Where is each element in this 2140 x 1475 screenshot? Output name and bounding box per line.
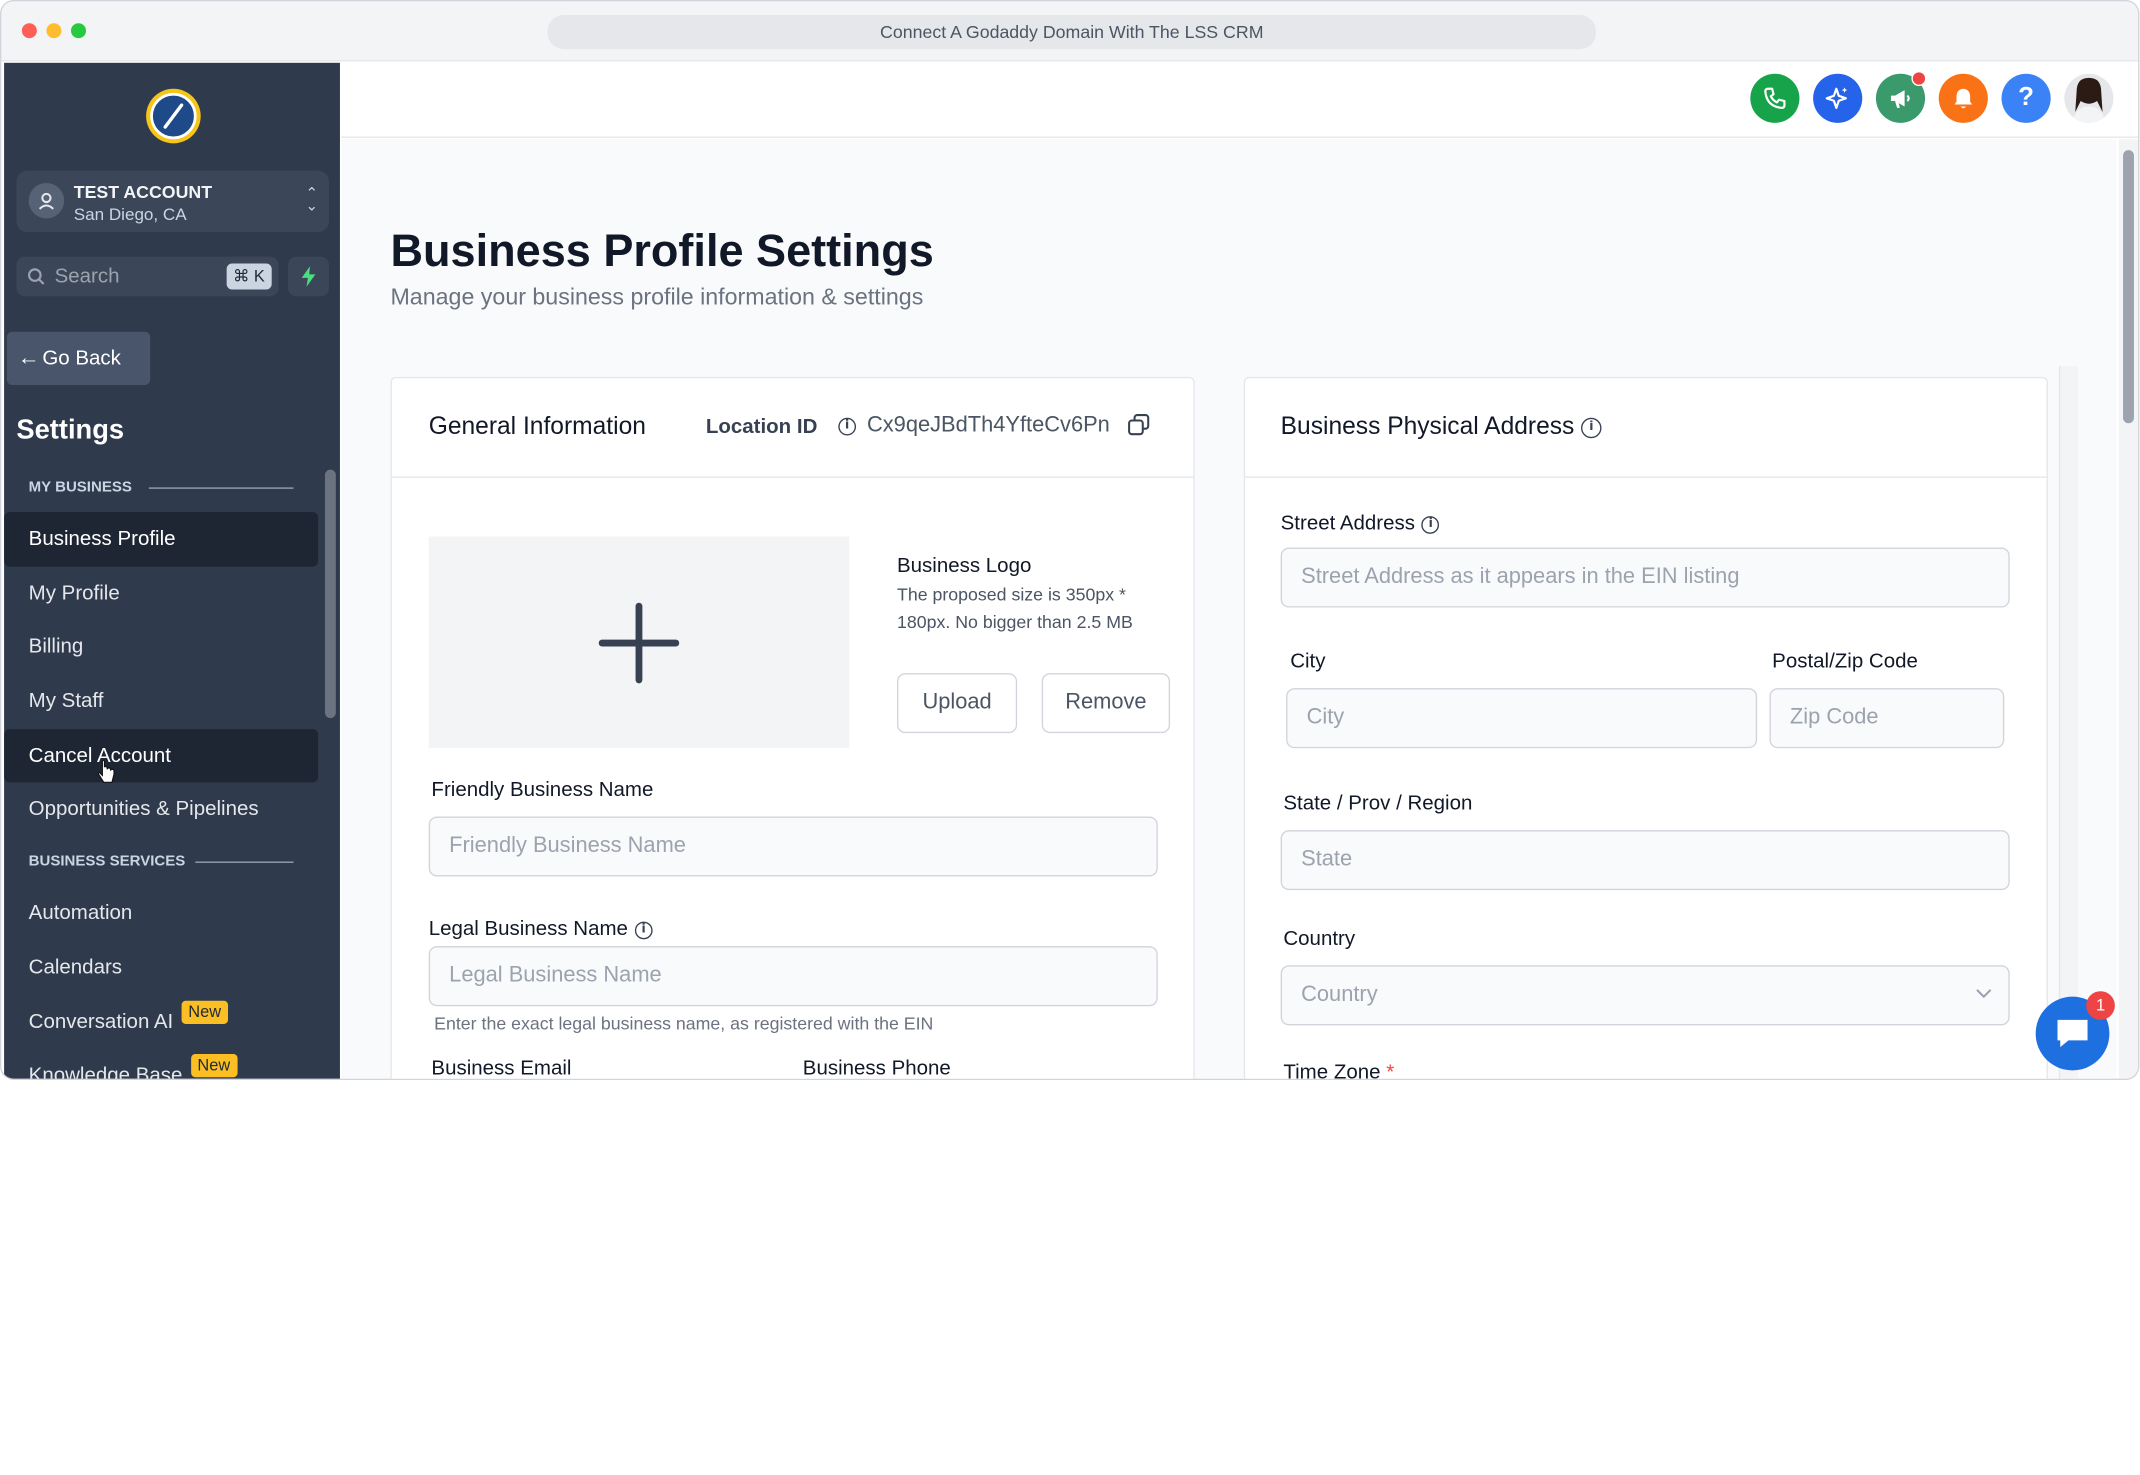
bell-icon — [1954, 88, 1973, 109]
sidebar-item-cancel-account[interactable]: Cancel Account — [4, 728, 319, 783]
chevron-down-icon — [1976, 989, 1992, 999]
location-id-label: Location ID — [705, 415, 818, 439]
info-icon[interactable]: i — [1581, 417, 1602, 438]
settings-nav: MY BUSINESS Business Profile My Profile … — [4, 463, 319, 1079]
legal-name-label: Legal Business Name i — [429, 917, 653, 941]
notifications-button[interactable] — [1938, 73, 1988, 123]
logo-hint: The proposed size is 350px * — [897, 584, 1126, 605]
main-content: Business Profile Settings Manage your bu… — [341, 139, 2117, 1080]
ai-assistant-button[interactable] — [1813, 73, 1863, 123]
settings-heading: Settings — [16, 415, 125, 446]
phone-button[interactable] — [1750, 73, 1800, 123]
page-title: Business Profile Settings — [390, 225, 934, 276]
search-icon — [27, 268, 45, 285]
address-bar[interactable]: Connect A Godaddy Domain With The LSS CR… — [547, 15, 1597, 50]
location-pin-icon — [28, 182, 65, 219]
sidebar-item-my-staff[interactable]: My Staff — [4, 675, 318, 729]
help-icon: ? — [2018, 83, 2035, 112]
phone-icon — [1764, 87, 1786, 109]
top-bar: ? — [341, 62, 2139, 138]
legal-name-hint: Enter the exact legal business name, as … — [434, 1013, 934, 1034]
chevron-up-down-icon: ⌃ ⌄ — [305, 185, 319, 215]
section-business-services: BUSINESS SERVICES — [4, 837, 318, 886]
sparkle-icon — [1825, 87, 1848, 109]
friendly-name-label: Friendly Business Name — [431, 778, 654, 802]
street-address-label: Street Address i — [1281, 512, 1440, 535]
account-location: San Diego, CA — [73, 204, 187, 224]
street-address-input[interactable]: Street Address as it appears in the EIN … — [1280, 547, 2010, 608]
help-button[interactable]: ? — [2001, 73, 2051, 123]
notification-dot — [1911, 70, 1927, 87]
page-subtitle: Manage your business profile information… — [390, 283, 924, 310]
card-header: General Information Location ID i Cx9qeJ… — [391, 378, 1194, 478]
business-logo-title: Business Logo — [897, 554, 1032, 578]
megaphone-icon — [1890, 90, 1910, 108]
remove-button[interactable]: Remove — [1041, 673, 1171, 734]
state-input[interactable]: State — [1280, 830, 2010, 891]
new-badge: New — [181, 1000, 228, 1024]
chat-unread-badge: 1 — [2086, 991, 2115, 1020]
search-shortcut: ⌘ K — [226, 263, 272, 290]
account-name: TEST ACCOUNT — [73, 181, 213, 203]
card-header: Business Physical Address i — [1245, 378, 2047, 478]
business-address-card: Business Physical Address i Street Addres… — [1243, 376, 2048, 1080]
upload-button[interactable]: Upload — [897, 673, 1018, 734]
plus-icon — [598, 602, 680, 683]
card-title: General Information — [428, 412, 646, 440]
company-logo[interactable] — [146, 88, 201, 144]
sidebar-item-automation[interactable]: Automation — [4, 886, 318, 940]
maximize-window-button[interactable] — [70, 23, 87, 39]
state-label: State / Prov / Region — [1283, 791, 1473, 816]
close-window-button[interactable] — [21, 23, 37, 39]
go-back-label: Go Back — [42, 346, 121, 370]
country-select[interactable]: Country — [1280, 965, 2010, 1026]
new-badge: New — [190, 1054, 238, 1078]
page-scrollbar[interactable] — [2118, 139, 2139, 1079]
zip-code-label: Postal/Zip Code — [1772, 649, 1918, 674]
browser-titlebar: Connect A Godaddy Domain With The LSS CR… — [1, 1, 2139, 62]
location-id-value: Cx9qeJBdTh4YfteCv6Pn — [866, 413, 1110, 437]
content-scroll-track[interactable] — [2058, 365, 2078, 1079]
chat-icon — [2057, 1019, 2088, 1048]
search-placeholder: Search — [54, 264, 120, 289]
info-icon[interactable]: i — [634, 920, 653, 939]
account-switcher[interactable]: TEST ACCOUNT San Diego, CA ⌃ ⌄ — [16, 170, 330, 233]
business-phone-label: Business Phone — [802, 1056, 951, 1080]
quick-actions-button[interactable] — [288, 256, 330, 297]
sidebar-item-business-profile[interactable]: Business Profile — [4, 511, 319, 567]
mouse-cursor-icon — [97, 760, 115, 783]
sidebar: TEST ACCOUNT San Diego, CA ⌃ ⌄ Search ⌘ K… — [4, 62, 340, 1079]
business-email-label: Business Email — [431, 1056, 572, 1080]
sidebar-item-knowledge-base[interactable]: Knowledge Base New — [4, 1049, 318, 1079]
page-scrollbar-thumb[interactable] — [2123, 150, 2134, 424]
info-icon[interactable]: i — [838, 417, 857, 436]
app-window: Connect A Godaddy Domain With The LSS CR… — [0, 0, 2140, 1080]
copy-icon[interactable] — [1128, 414, 1150, 436]
sidebar-item-conversation-ai[interactable]: Conversation AI New — [4, 995, 318, 1049]
avatar[interactable] — [2064, 73, 2114, 123]
sidebar-search[interactable]: Search ⌘ K — [16, 256, 279, 297]
legal-name-input[interactable]: Legal Business Name — [428, 946, 1158, 1007]
city-input[interactable]: City — [1286, 688, 1758, 749]
sidebar-item-calendars[interactable]: Calendars — [4, 940, 318, 994]
zip-code-input[interactable]: Zip Code — [1769, 688, 2005, 749]
logo-hint: 180px. No bigger than 2.5 MB — [897, 611, 1133, 633]
info-icon[interactable]: i — [1421, 515, 1440, 534]
logo-upload-area[interactable] — [428, 536, 850, 749]
city-label: City — [1290, 649, 1326, 674]
time-zone-label: Time Zone * — [1283, 1060, 1395, 1080]
go-back-button[interactable]: ← Go Back — [6, 331, 151, 386]
sidebar-scrollbar[interactable] — [324, 469, 336, 719]
sidebar-item-my-profile[interactable]: My Profile — [4, 566, 318, 620]
sidebar-item-opportunities-pipelines[interactable]: Opportunities & Pipelines — [4, 783, 318, 837]
country-label: Country — [1283, 927, 1356, 951]
friendly-name-input[interactable]: Friendly Business Name — [428, 816, 1158, 877]
minimize-window-button[interactable] — [46, 23, 62, 39]
lightning-icon — [301, 266, 316, 287]
arrow-left-icon: ← — [17, 346, 40, 370]
section-my-business: MY BUSINESS — [4, 463, 318, 512]
card-title: Business Physical Address i — [1281, 412, 1602, 441]
general-information-card: General Information Location ID i Cx9qeJ… — [390, 376, 1195, 1080]
sidebar-item-billing[interactable]: Billing — [4, 620, 318, 674]
